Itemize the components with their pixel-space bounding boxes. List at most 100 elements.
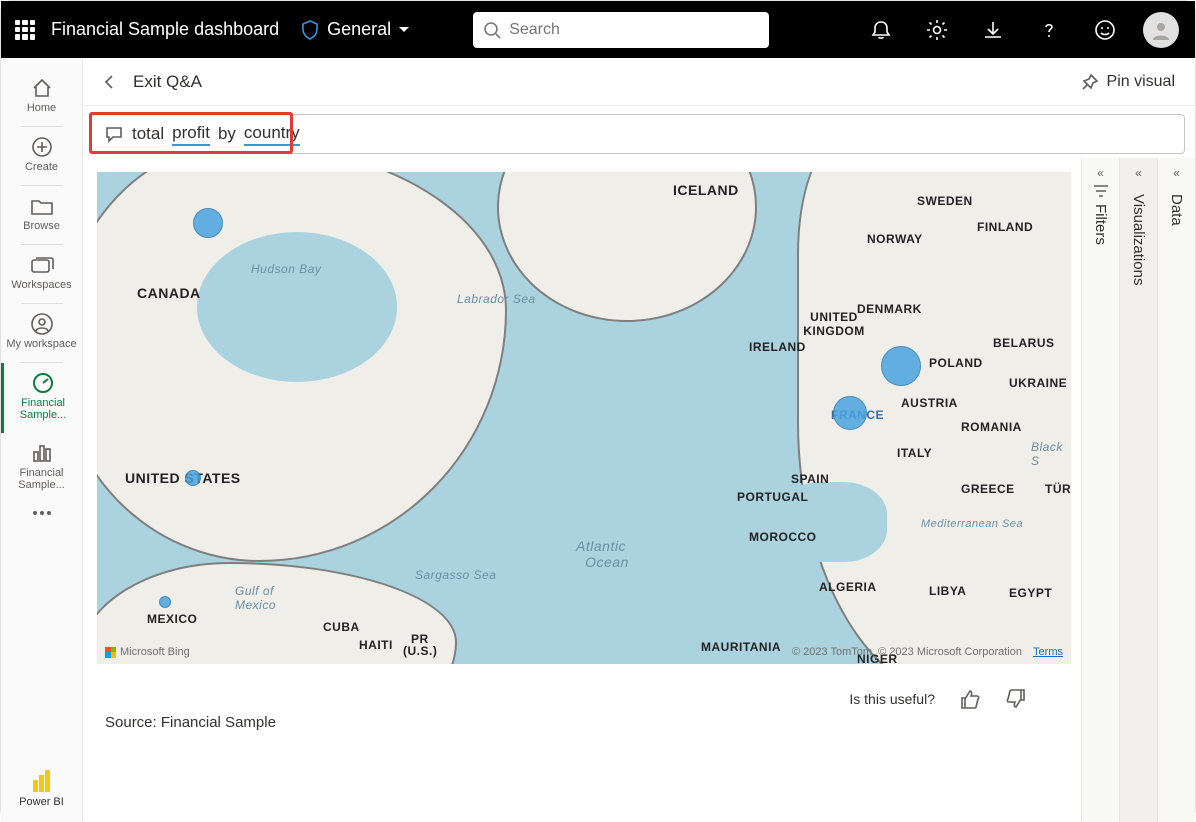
- bell-icon: [870, 19, 892, 41]
- map-label: FINLAND: [977, 220, 1033, 234]
- search-input[interactable]: [507, 20, 759, 40]
- map-label: ROMANIA: [961, 420, 1022, 434]
- thumbs-up-button[interactable]: [959, 688, 981, 710]
- ellipsis-icon: [3, 511, 80, 515]
- account-button[interactable]: [1141, 12, 1181, 48]
- feedback-prompt: Is this useful?: [849, 691, 935, 707]
- map-label: ALGERIA: [819, 580, 877, 594]
- bubble-france[interactable]: [833, 396, 867, 430]
- canvas-row: ICELAND SWEDEN FINLAND NORWAY Hudson Bay…: [83, 158, 1195, 822]
- map-label: TÜR: [1045, 482, 1071, 496]
- back-button[interactable]: [103, 74, 127, 90]
- nav-more[interactable]: [1, 503, 82, 527]
- chevron-expand-icon: «: [1097, 166, 1104, 180]
- thumbs-up-icon: [959, 688, 981, 710]
- qa-row: total profit by country: [83, 106, 1195, 158]
- map-label: LIBYA: [929, 584, 966, 598]
- chevron-left-icon: [103, 74, 115, 90]
- pin-visual-button[interactable]: Pin visual: [1081, 73, 1175, 91]
- nav-financial-dashboard[interactable]: Financial Sample...: [1, 363, 82, 433]
- map-label: POLAND: [929, 356, 983, 370]
- pin-icon: [1081, 73, 1099, 91]
- filters-pane-label: Filters: [1092, 204, 1109, 245]
- my-workspace-icon: [30, 312, 54, 336]
- browse-icon: [29, 195, 55, 217]
- feedback-button[interactable]: [1085, 19, 1125, 41]
- nav-financial-report-label: Financial Sample...: [3, 467, 80, 491]
- gauge-icon: [31, 371, 55, 395]
- map-label: MOROCCO: [749, 530, 817, 544]
- visualizations-pane[interactable]: « Visualizations: [1119, 158, 1157, 822]
- map-label: Hudson Bay: [251, 262, 321, 276]
- filters-pane[interactable]: « Filters: [1081, 158, 1119, 822]
- nav-financial-dashboard-label: Financial Sample...: [6, 397, 80, 421]
- download-button[interactable]: [973, 19, 1013, 41]
- nav-powerbi[interactable]: Power BI: [1, 758, 82, 822]
- map-terms-link[interactable]: Terms: [1033, 646, 1063, 658]
- nav-create[interactable]: Create: [1, 127, 82, 185]
- thumbs-down-icon: [1005, 688, 1027, 710]
- shield-icon: [301, 20, 319, 40]
- notifications-button[interactable]: [861, 19, 901, 41]
- qa-term-country: country: [244, 123, 300, 146]
- map-label: SPAIN: [791, 472, 829, 486]
- qa-term-profit: profit: [172, 123, 210, 146]
- map-label: Gulf of: [235, 584, 274, 598]
- nav-my-workspace[interactable]: My workspace: [1, 304, 82, 362]
- map-label: EGYPT: [1009, 586, 1052, 600]
- map-label: CUBA: [323, 620, 360, 634]
- settings-button[interactable]: [917, 18, 957, 42]
- nav-my-workspace-label: My workspace: [3, 338, 80, 350]
- nav-create-label: Create: [3, 161, 80, 173]
- map-label: Mediterranean Sea: [921, 518, 1023, 530]
- search-box[interactable]: [473, 12, 769, 48]
- map-provider-label: Microsoft Bing: [120, 646, 190, 658]
- nav-browse-label: Browse: [3, 220, 80, 232]
- smiley-icon: [1094, 19, 1116, 41]
- nav-financial-report[interactable]: Financial Sample...: [1, 433, 82, 503]
- chevron-down-icon: [399, 27, 409, 32]
- map-label: Ocean: [567, 554, 647, 570]
- qa-input[interactable]: total profit by country: [91, 114, 1185, 154]
- exit-qa-button[interactable]: Exit Q&A: [133, 72, 202, 92]
- nav-workspaces-label: Workspaces: [3, 279, 80, 291]
- nav-browse[interactable]: Browse: [1, 186, 82, 244]
- feedback-row: Is this useful?: [97, 664, 1071, 710]
- map-label: UNITED STATES: [125, 470, 241, 486]
- map-visual[interactable]: ICELAND SWEDEN FINLAND NORWAY Hudson Bay…: [97, 172, 1071, 664]
- dashboard-title: Financial Sample dashboard: [51, 19, 279, 40]
- nav-powerbi-label: Power BI: [1, 796, 82, 808]
- chat-icon: [104, 125, 124, 143]
- app-launcher-icon[interactable]: [15, 20, 35, 40]
- data-pane-label: Data: [1168, 194, 1185, 226]
- bubble-mexico[interactable]: [159, 596, 171, 608]
- nav-workspaces[interactable]: Workspaces: [1, 245, 82, 303]
- sensitivity-dropdown[interactable]: General: [295, 15, 415, 44]
- shell: Home Create Browse Workspaces My workspa…: [1, 58, 1195, 822]
- map-copyright: © 2023 TomTom, © 2023 Microsoft Corporat…: [792, 646, 1063, 658]
- bubble-canada[interactable]: [193, 208, 223, 238]
- bubble-usa[interactable]: [185, 470, 201, 486]
- qa-text-mid: by: [218, 124, 236, 144]
- map-label: Atlantic: [561, 538, 641, 554]
- nav-home-label: Home: [3, 102, 80, 114]
- map-label: Black S: [1031, 440, 1071, 468]
- map-label: AUSTRIA: [901, 396, 958, 410]
- data-pane[interactable]: « Data: [1157, 158, 1195, 822]
- map-label: BELARUS: [993, 336, 1055, 350]
- map-label: ITALY: [897, 446, 932, 460]
- report-icon: [30, 442, 54, 464]
- workspaces-icon: [29, 254, 55, 276]
- map-label: Sargasso Sea: [415, 568, 496, 582]
- thumbs-down-button[interactable]: [1005, 688, 1027, 710]
- source-label: Source: Financial Sample: [97, 710, 1071, 731]
- nav-home[interactable]: Home: [1, 68, 82, 126]
- create-icon: [30, 135, 54, 159]
- map-label: SWEDEN: [917, 194, 973, 208]
- map-label: Labrador Sea: [457, 292, 536, 306]
- left-nav: Home Create Browse Workspaces My workspa…: [1, 58, 83, 822]
- bubble-germany[interactable]: [881, 346, 921, 386]
- powerbi-icon: [33, 770, 51, 792]
- help-button[interactable]: [1029, 19, 1069, 41]
- qa-text-prefix: total: [132, 124, 164, 144]
